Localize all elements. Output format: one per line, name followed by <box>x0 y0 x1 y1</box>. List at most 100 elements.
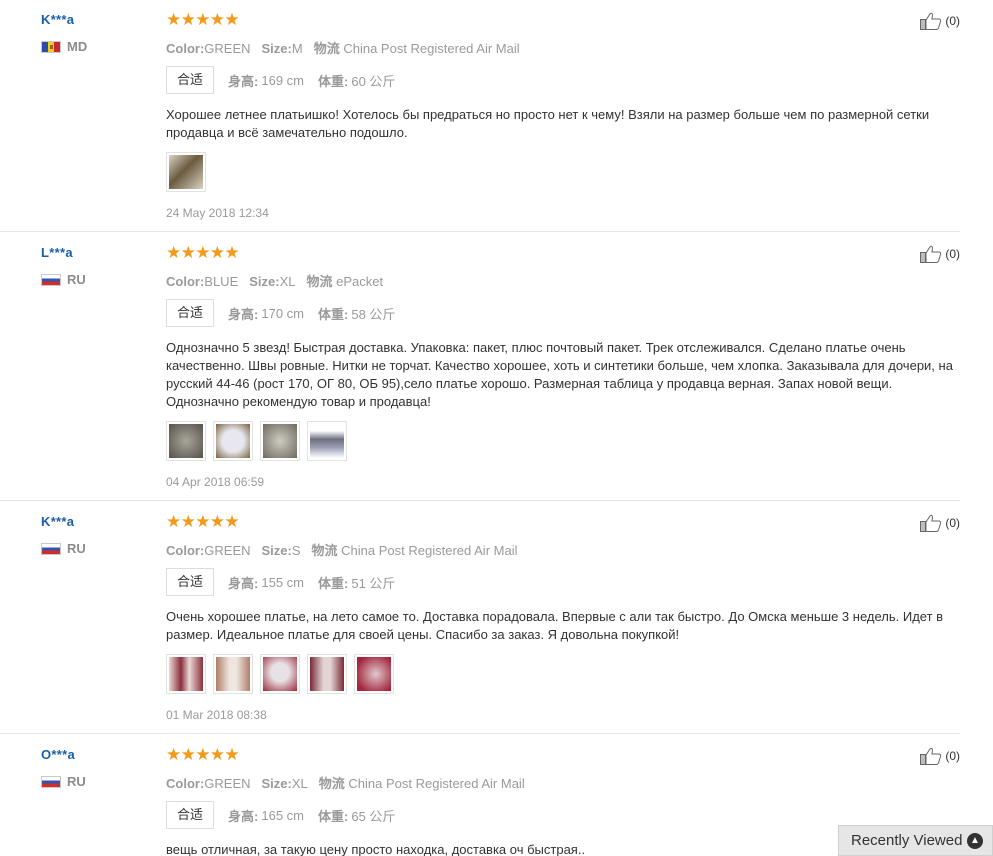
rating-stars: ★ ★ ★ ★ ★ <box>166 512 961 531</box>
star-icon: ★ <box>195 512 211 531</box>
reviewer-country: MD <box>41 39 151 54</box>
review-photo-thumbnail[interactable] <box>166 421 206 461</box>
weight-value: 51 公斤 <box>351 575 396 591</box>
country-code: RU <box>67 541 86 556</box>
star-icon: ★ <box>209 512 226 531</box>
review-text: Хорошее летнее платьишко! Хотелось бы пр… <box>166 107 930 140</box>
reviewer-name: O***a <box>41 747 76 762</box>
review-text: Очень хорошее платье, на лето самое то. … <box>166 609 944 642</box>
shipping-value: China Post Registered Air Mail <box>341 543 518 558</box>
review-photos <box>166 421 961 461</box>
color-value: GREEN <box>204 776 251 791</box>
star-icon: ★ <box>166 745 182 764</box>
shipping-label: 物流 <box>311 543 338 558</box>
reviewer-info: K***a RU <box>41 514 151 556</box>
color-value: GREEN <box>204 41 251 56</box>
review-photo-thumbnail[interactable] <box>166 152 206 192</box>
order-info: Color:GREEN Size:S 物流 China Post Registere… <box>166 540 961 559</box>
review-item: O***a RU ★ ★ ★ ★ ★ Color:GREEN Size:XL 物流 Chin… <box>0 735 960 856</box>
fit-info: 合适 身高: 170 cm 体重: 58 公斤 <box>166 299 961 327</box>
flag-icon <box>41 775 61 788</box>
fit-tag: 合适 <box>166 801 215 829</box>
helpful-button[interactable]: (0) <box>920 514 960 532</box>
reviewer-country: RU <box>41 272 151 287</box>
shipping-label: 物流 <box>318 776 345 791</box>
reviewer-country: RU <box>41 774 151 789</box>
helpful-button[interactable]: (0) <box>920 747 960 765</box>
order-info: Color:GREEN Size:XL 物流 China Post Register… <box>166 773 961 792</box>
helpful-count: (0) <box>945 247 960 261</box>
flag-icon <box>41 542 61 555</box>
color-label: Color: <box>166 776 205 791</box>
star-icon: ★ <box>209 745 226 764</box>
review-photo-thumbnail[interactable] <box>307 421 347 461</box>
recently-viewed-button[interactable]: Recently Viewed ▲ <box>838 825 993 856</box>
shipping-value: China Post Registered Air Mail <box>348 776 525 791</box>
helpful-count: (0) <box>945 14 960 28</box>
helpful-button[interactable]: (0) <box>920 12 960 30</box>
height-value: 169 cm <box>261 72 304 88</box>
fit-info: 合适 身高: 169 cm 体重: 60 公斤 <box>166 66 961 94</box>
reviewer-name: K***a <box>41 514 75 529</box>
review-photo-thumbnail[interactable] <box>166 654 206 694</box>
star-icon: ★ <box>224 745 240 764</box>
shipping-value: China Post Registered Air Mail <box>343 41 520 56</box>
helpful-count: (0) <box>945 749 960 763</box>
reviewer-info: K***a MD <box>41 12 151 54</box>
reviewer-info: O***a RU <box>41 747 151 789</box>
shipping-label: 物流 <box>306 274 333 289</box>
flag-icon <box>41 40 61 53</box>
star-icon: ★ <box>209 10 226 29</box>
star-icon: ★ <box>166 512 182 531</box>
review-photo-thumbnail[interactable] <box>307 654 347 694</box>
shipping-value: ePacket <box>336 274 384 289</box>
thumbs-up-icon <box>920 245 942 263</box>
size-label: Size: <box>261 776 292 791</box>
height-label: 身高: <box>228 306 259 322</box>
star-icon: ★ <box>224 10 240 29</box>
thumbs-up-icon <box>920 747 942 765</box>
review-photo-thumbnail[interactable] <box>354 654 394 694</box>
review-item: L***a RU ★ ★ ★ ★ ★ Color:BLUE Size:XL 物流 ePack… <box>0 233 960 501</box>
star-icon: ★ <box>180 745 196 764</box>
star-icon: ★ <box>180 512 196 531</box>
color-label: Color: <box>166 274 205 289</box>
review-text: Однозначно 5 звезд! Быстрая доставка. Уп… <box>166 340 953 409</box>
fit-tag: 合适 <box>166 66 215 94</box>
fit-info: 合适 身高: 155 cm 体重: 51 公斤 <box>166 568 961 596</box>
weight-value: 58 公斤 <box>351 306 396 322</box>
review-photo-thumbnail[interactable] <box>260 421 300 461</box>
thumbs-up-icon <box>920 12 942 30</box>
review-content: ★ ★ ★ ★ ★ Color:BLUE Size:XL 物流 ePacket 合适 身高:… <box>166 243 961 489</box>
helpful-count: (0) <box>945 516 960 530</box>
fit-tag: 合适 <box>166 568 215 596</box>
review-photo-thumbnail[interactable] <box>213 654 253 694</box>
shipping-label: 物流 <box>313 41 340 56</box>
weight-label: 体重: <box>318 306 349 322</box>
star-icon: ★ <box>180 10 196 29</box>
reviewer-name: K***a <box>41 12 75 27</box>
chevron-up-icon: ▲ <box>967 833 983 849</box>
weight-label: 体重: <box>318 73 349 89</box>
rating-stars: ★ ★ ★ ★ ★ <box>166 10 961 29</box>
height-label: 身高: <box>228 808 259 824</box>
reviewer-name: L***a <box>41 245 73 260</box>
height-value: 165 cm <box>261 807 304 823</box>
review-photo-thumbnail[interactable] <box>260 654 300 694</box>
review-item: K***a RU ★ ★ ★ ★ ★ Color:GREEN Size:S 物流 China… <box>0 502 960 734</box>
color-value: BLUE <box>204 274 239 289</box>
reviewer-country: RU <box>41 541 151 556</box>
fit-tag: 合适 <box>166 299 215 327</box>
size-label: Size: <box>249 274 280 289</box>
country-code: MD <box>67 39 88 54</box>
weight-label: 体重: <box>318 575 349 591</box>
review-photo-thumbnail[interactable] <box>213 421 253 461</box>
size-value: XL <box>279 274 296 289</box>
weight-value: 65 公斤 <box>351 808 396 824</box>
review-content: ★ ★ ★ ★ ★ Color:GREEN Size:M 物流 China Post Reg… <box>166 10 961 220</box>
star-icon: ★ <box>224 243 240 262</box>
helpful-button[interactable]: (0) <box>920 245 960 263</box>
recently-viewed-label: Recently Viewed <box>851 832 963 849</box>
reviewer-info: L***a RU <box>41 245 151 287</box>
star-icon: ★ <box>195 243 211 262</box>
